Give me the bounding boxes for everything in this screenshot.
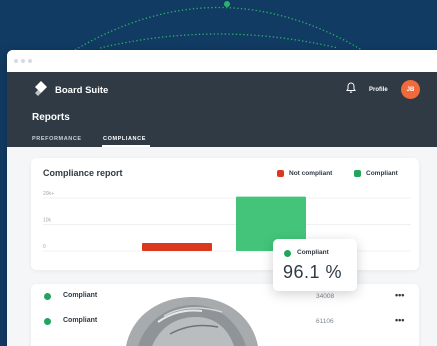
tab-performance[interactable]: PREFORMANCE	[32, 136, 82, 142]
person-photo	[126, 296, 258, 346]
avatar[interactable]: JB	[401, 80, 420, 99]
status-dot	[284, 250, 291, 257]
compliance-report-card: Compliance report Not compliant Complian…	[31, 158, 419, 270]
row-value: 61106	[316, 318, 334, 325]
profile-link[interactable]: Profile	[369, 87, 388, 93]
row-status: Compliant	[63, 292, 98, 299]
y-tick-label: 0	[43, 244, 46, 250]
y-tick-label: 10k	[43, 218, 52, 224]
tooltip-label: Compliant	[297, 249, 329, 256]
tab-compliance[interactable]: COMPLIANCE	[103, 136, 146, 142]
active-tab-indicator	[102, 145, 150, 147]
page-title: Reports	[32, 112, 70, 123]
bar-not-compliant[interactable]	[142, 243, 212, 251]
status-dot	[44, 293, 51, 300]
y-tick-label: 20k+	[43, 191, 54, 197]
bell-icon[interactable]	[345, 82, 357, 94]
window-chrome	[7, 50, 437, 72]
tooltip-value: 96.1 %	[283, 262, 343, 282]
app-header: Board Suite Profile JB Reports PREFORMAN…	[7, 72, 437, 147]
compliance-bar-chart: 0 10k 20k+	[43, 191, 411, 252]
status-dot	[44, 318, 51, 325]
window-dot	[28, 59, 32, 63]
brand-name: Board Suite	[55, 85, 109, 96]
row-status: Compliant	[63, 317, 98, 324]
more-options-icon[interactable]: •••	[395, 315, 404, 325]
window-dot	[21, 59, 25, 63]
compliance-percentage-tooltip: Compliant 96.1 %	[273, 239, 357, 291]
diamond-logo-icon	[35, 81, 47, 96]
more-options-icon[interactable]: •••	[395, 290, 404, 300]
window-dot	[14, 59, 18, 63]
row-value: 34008	[316, 293, 335, 300]
